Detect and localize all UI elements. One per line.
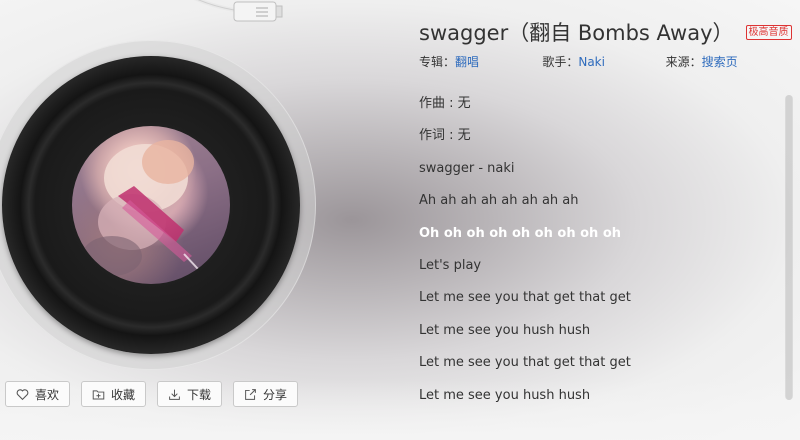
album-art-figure bbox=[82, 140, 213, 284]
song-header: swagger（翻自 Bombs Away） 极高音质 bbox=[419, 17, 792, 47]
download-icon bbox=[169, 389, 180, 400]
artist-link[interactable]: Naki bbox=[578, 55, 605, 69]
artist-label: 歌手： bbox=[542, 55, 579, 69]
scrollbar-thumb[interactable] bbox=[786, 95, 792, 400]
artist-info: 歌手：Naki bbox=[542, 53, 665, 70]
share-button-label: 分享 bbox=[263, 387, 288, 402]
lyric-line: swagger - naki bbox=[419, 160, 515, 176]
heart-icon bbox=[16, 388, 29, 400]
folder-plus-icon bbox=[92, 389, 105, 399]
collect-button[interactable]: 收藏 bbox=[81, 381, 147, 407]
lyric-line: 作曲 : 无 bbox=[419, 96, 471, 111]
tonearm bbox=[194, 0, 283, 22]
lyric-line: Ah ah ah ah ah ah ah ah bbox=[419, 193, 579, 209]
like-button-label: 喜欢 bbox=[35, 387, 60, 402]
source-label: 来源： bbox=[665, 55, 702, 69]
lyric-line: Let me see you that get that get bbox=[419, 290, 631, 306]
share-icon bbox=[245, 388, 256, 400]
lyrics-panel[interactable]: 作曲 : 无 作词 : 无 swagger - naki Ah ah ah ah… bbox=[419, 91, 779, 415]
lyric-line: 作词 : 无 bbox=[419, 128, 471, 144]
song-title: swagger（翻自 Bombs Away） bbox=[419, 21, 734, 45]
action-bar: 喜欢 收藏 下载 分享 bbox=[5, 381, 299, 407]
like-button[interactable]: 喜欢 bbox=[5, 381, 71, 407]
record-disc bbox=[2, 56, 300, 354]
lyric-line: Let me see you hush hush bbox=[419, 387, 591, 403]
lyric-line: Let me see you that get that get bbox=[419, 355, 631, 371]
download-button[interactable]: 下载 bbox=[157, 381, 223, 407]
album-info: 专辑：翻唱 bbox=[419, 53, 542, 70]
download-button-label: 下载 bbox=[187, 387, 212, 402]
album-link[interactable]: 翻唱 bbox=[455, 55, 479, 69]
source-link[interactable]: 搜索页 bbox=[702, 55, 738, 69]
source-info: 来源：搜索页 bbox=[666, 53, 789, 70]
lyrics-scrollbar[interactable] bbox=[785, 95, 793, 400]
quality-badge: 极高音质 bbox=[745, 24, 792, 40]
lyric-line: Let's play bbox=[419, 257, 482, 273]
share-button[interactable]: 分享 bbox=[233, 381, 299, 407]
collect-button-label: 收藏 bbox=[111, 387, 136, 402]
lyric-line-current: Oh oh oh oh oh oh oh oh oh bbox=[419, 225, 622, 241]
lyric-line: Let me see you hush hush bbox=[419, 322, 591, 338]
vinyl-record bbox=[0, 40, 316, 370]
album-cover-art bbox=[72, 126, 230, 284]
song-meta: 专辑：翻唱 歌手：Naki 来源：搜索页 bbox=[419, 53, 789, 70]
album-label: 专辑： bbox=[419, 55, 456, 69]
